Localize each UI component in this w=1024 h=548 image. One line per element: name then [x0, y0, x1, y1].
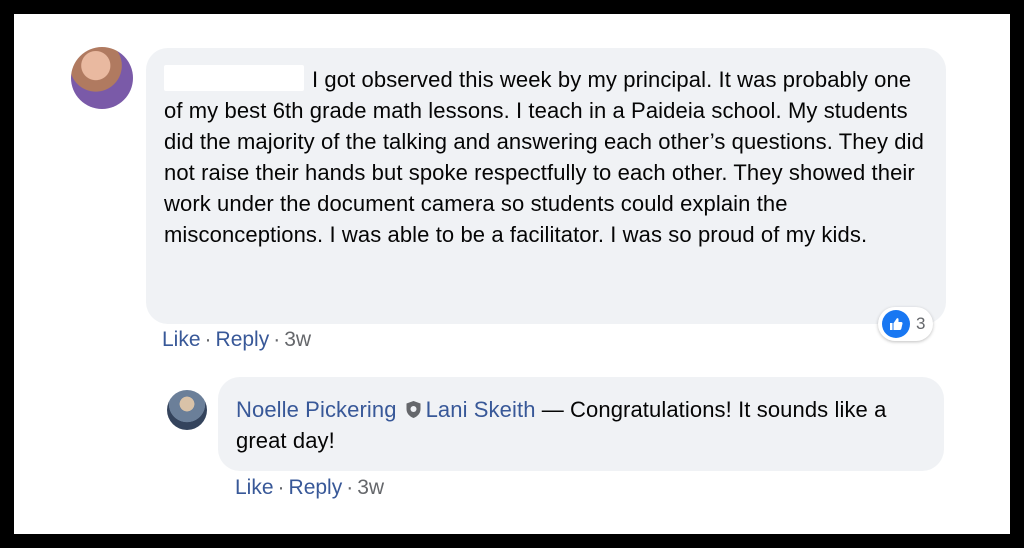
reply-button[interactable]: Reply — [216, 328, 270, 351]
comment-actions: Like · Reply · 3w — [162, 328, 311, 352]
mention-link[interactable]: Lani Skeith — [426, 397, 536, 422]
reaction-count: 3 — [916, 314, 926, 333]
separator-dot: · — [273, 328, 281, 351]
separator-dot: · — [277, 476, 285, 499]
reply-actions: Like · Reply · 3w — [235, 476, 384, 500]
reply-body: Noelle Pickering Lani Skeith — Congratula… — [236, 394, 926, 456]
replier-avatar[interactable] — [167, 390, 207, 430]
reaction-summary[interactable]: 3 — [878, 307, 934, 341]
comment-timestamp[interactable]: 3w — [284, 328, 311, 351]
reply-timestamp[interactable]: 3w — [357, 476, 384, 499]
like-button[interactable]: Like — [162, 328, 201, 351]
reply-button[interactable]: Reply — [289, 476, 343, 499]
separator-dot: · — [346, 476, 354, 499]
reply-bubble: Noelle Pickering Lani Skeith — Congratula… — [218, 377, 944, 471]
separator-dot: · — [204, 328, 212, 351]
redacted-author-name — [164, 65, 304, 91]
like-button[interactable]: Like — [235, 476, 274, 499]
comment-bubble: I got observed this week by my principal… — [146, 48, 946, 324]
commenter-avatar[interactable] — [71, 47, 133, 109]
shield-icon — [406, 401, 421, 418]
thumbs-up-icon — [882, 310, 910, 338]
reply-author-link[interactable]: Noelle Pickering — [236, 397, 397, 422]
comment-body: I got observed this week by my principal… — [164, 64, 928, 250]
comment-thread: I got observed this week by my principal… — [14, 14, 1010, 534]
comment-text: I got observed this week by my principal… — [164, 67, 924, 247]
